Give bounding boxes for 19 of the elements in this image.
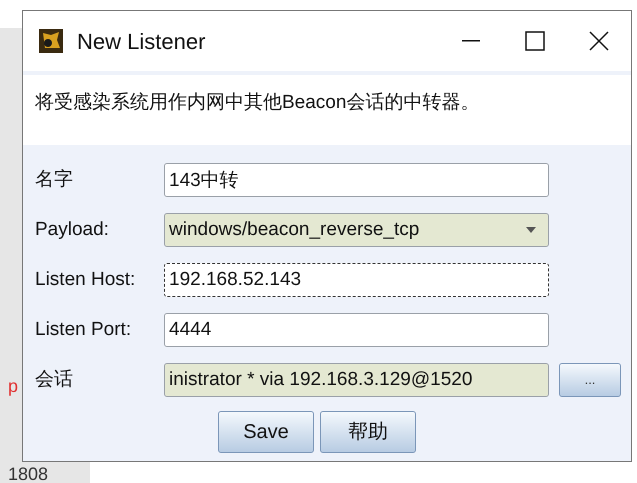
window-title: New Listener bbox=[77, 28, 206, 56]
payload-dropdown[interactable]: windows/beacon_reverse_tcp bbox=[164, 213, 549, 247]
background-text: 1808 bbox=[8, 465, 48, 483]
field-label: 名字 bbox=[35, 168, 74, 192]
text-field[interactable]: 192.168.52.143 bbox=[164, 263, 549, 297]
dialog-button[interactable]: 帮助 bbox=[320, 411, 416, 453]
field-label: 会话 bbox=[35, 368, 74, 392]
dropdown-arrow-icon bbox=[526, 227, 536, 233]
dialog-button[interactable]: Save bbox=[218, 411, 314, 453]
field-label: Payload: bbox=[35, 218, 110, 242]
background-text: p bbox=[8, 377, 18, 395]
field-label: Listen Host: bbox=[35, 268, 136, 292]
session-field[interactable]: inistrator * via 192.168.3.129@1520 bbox=[164, 363, 549, 397]
text-field[interactable]: 143中转 bbox=[164, 163, 549, 197]
field-label: Listen Port: bbox=[35, 318, 132, 342]
text-field[interactable]: 4444 bbox=[164, 313, 549, 347]
description-text: 将受感染系统用作内网中其他Beacon会话的中转器。 bbox=[35, 91, 480, 115]
app-icon bbox=[39, 29, 63, 53]
browse-button[interactable]: ... bbox=[559, 363, 621, 397]
